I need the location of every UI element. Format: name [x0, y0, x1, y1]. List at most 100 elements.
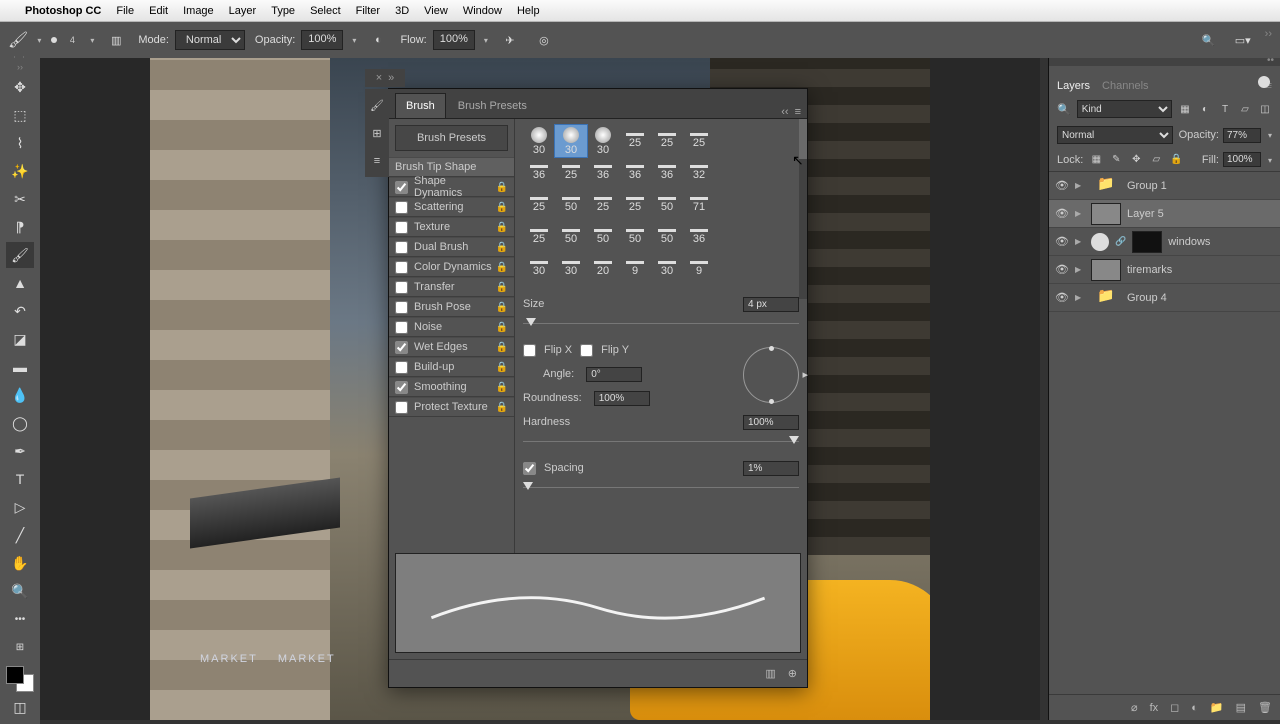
brush-option-checkbox[interactable] [395, 201, 408, 214]
expand-icon[interactable]: ▶ [1075, 237, 1085, 246]
lock-move-icon[interactable]: ✥ [1129, 154, 1143, 165]
line-tool[interactable]: ╱ [6, 522, 34, 548]
adjustment-layer-icon[interactable]: ◐ [1191, 702, 1198, 714]
layer-row[interactable]: 👁▶Layer 5 [1049, 200, 1280, 228]
panel-collapse-icon[interactable]: ‹‹ [781, 106, 788, 118]
lock-icon[interactable]: 🔒 [496, 402, 508, 413]
pressure-opacity-icon[interactable]: ◐ [366, 28, 390, 52]
lock-icon[interactable]: 🔒 [496, 202, 508, 213]
layer-row[interactable]: 👁▶📁Group 4 [1049, 284, 1280, 312]
expand-icon[interactable]: ▶ [1075, 265, 1085, 274]
visibility-icon[interactable]: 👁 [1055, 263, 1069, 276]
tool-preset-picker[interactable] [34, 34, 41, 46]
brush-option-color-dynamics[interactable]: Color Dynamics🔒 [389, 257, 514, 277]
brush-option-wet-edges[interactable]: Wet Edges🔒 [389, 337, 514, 357]
menu-view[interactable]: View [424, 5, 448, 17]
brush-tip[interactable]: 50 [555, 189, 587, 221]
eraser-tool[interactable]: ◪ [6, 326, 34, 352]
brush-tip[interactable]: 32 [683, 157, 715, 189]
brush-tip[interactable]: 50 [587, 221, 619, 253]
brush-option-smoothing[interactable]: Smoothing🔒 [389, 377, 514, 397]
brush-size-picker[interactable] [87, 34, 94, 46]
eyedropper-tool[interactable]: ⁋ [6, 214, 34, 240]
filter-type-icon[interactable]: T [1218, 102, 1232, 116]
blur-tool[interactable]: 💧 [6, 382, 34, 408]
visibility-icon[interactable]: 👁 [1055, 291, 1069, 304]
menu-layer[interactable]: Layer [229, 5, 257, 17]
filter-kind-select[interactable]: Kind [1077, 100, 1172, 118]
brush-preview-dot[interactable] [51, 37, 57, 43]
tab-brush-presets[interactable]: Brush Presets [448, 94, 537, 118]
tab-layers[interactable]: Layers [1057, 80, 1090, 92]
brush-tip[interactable]: 25 [555, 157, 587, 189]
brush-tip[interactable]: 20 [587, 253, 619, 285]
brush-tip[interactable]: 30 [587, 125, 619, 157]
menu-edit[interactable]: Edit [149, 5, 168, 17]
brush-option-build-up[interactable]: Build-up🔒 [389, 357, 514, 377]
hardness-value[interactable]: 100% [743, 415, 799, 430]
brush-tip[interactable]: 50 [651, 221, 683, 253]
opacity-value[interactable]: 100% [301, 30, 343, 50]
lock-icon[interactable]: 🔒 [496, 382, 508, 393]
path-select-tool[interactable]: ▷ [6, 494, 34, 520]
brush-option-checkbox[interactable] [395, 241, 408, 254]
lock-icon[interactable]: 🔒 [496, 222, 508, 233]
tab-channels[interactable]: Channels [1102, 80, 1148, 92]
layer-opacity-value[interactable]: 77% [1223, 128, 1261, 143]
menu-select[interactable]: Select [310, 5, 341, 17]
flow-picker[interactable] [481, 34, 488, 46]
size-slider[interactable] [523, 317, 799, 331]
new-group-icon[interactable]: 📁 [1210, 701, 1224, 714]
layer-row[interactable]: 👁▶📁Group 1 [1049, 172, 1280, 200]
expand-icon[interactable]: ▶ [1075, 293, 1085, 302]
brush-option-checkbox[interactable] [395, 381, 408, 394]
expand-icon[interactable]: ▶ [1075, 181, 1085, 190]
lock-icon[interactable]: 🔒 [496, 322, 508, 333]
spacing-value[interactable]: 1% [743, 461, 799, 476]
visibility-icon[interactable]: 👁 [1055, 179, 1069, 192]
brush-tip[interactable]: 9 [619, 253, 651, 285]
brush-tip[interactable]: 25 [587, 189, 619, 221]
create-brush-icon[interactable]: ⊕ [788, 667, 797, 680]
brush-option-shape-dynamics[interactable]: Shape Dynamics🔒 [389, 177, 514, 197]
brush-tip[interactable]: 25 [651, 125, 683, 157]
crop-tool[interactable]: ✂ [6, 186, 34, 212]
brush-tool[interactable]: 🖌 [6, 242, 34, 268]
brush-tip[interactable]: 25 [683, 125, 715, 157]
workspace-switcher[interactable]: ▭▾ [1231, 28, 1255, 52]
menu-type[interactable]: Type [271, 5, 295, 17]
size-value[interactable]: 4 px [743, 297, 799, 312]
flipx-checkbox[interactable] [523, 344, 536, 357]
quick-mask-toggle[interactable]: ◫ [6, 694, 34, 720]
brush-tip[interactable]: 30 [523, 253, 555, 285]
app-name[interactable]: Photoshop CC [25, 5, 101, 17]
brush-option-checkbox[interactable] [395, 321, 408, 334]
brush-settings-icon[interactable]: ≡ [367, 151, 387, 171]
expand-icon[interactable]: ▶ [1075, 209, 1085, 218]
hand-tool[interactable]: ✋ [6, 550, 34, 576]
spacing-slider[interactable] [523, 481, 799, 495]
marquee-tool[interactable]: ⬚ [6, 102, 34, 128]
edit-toolbar[interactable]: ⊞ [6, 634, 34, 660]
brush-option-transfer[interactable]: Transfer🔒 [389, 277, 514, 297]
brush-tip[interactable]: 30 [555, 125, 587, 157]
lock-icon[interactable]: 🔒 [496, 182, 508, 193]
flow-value[interactable]: 100% [433, 30, 475, 50]
flipy-checkbox[interactable] [580, 344, 593, 357]
brush-option-checkbox[interactable] [395, 281, 408, 294]
fill-value[interactable]: 100% [1223, 152, 1261, 167]
delete-layer-icon[interactable]: 🗑 [1258, 701, 1272, 714]
brush-tip[interactable]: 30 [555, 253, 587, 285]
color-swatches[interactable] [6, 666, 34, 692]
move-tool[interactable]: ✥ [6, 74, 34, 100]
lock-icon[interactable]: 🔒 [496, 282, 508, 293]
brush-tip[interactable]: 36 [523, 157, 555, 189]
brush-tip[interactable]: 36 [651, 157, 683, 189]
brush-tip[interactable]: 50 [651, 189, 683, 221]
panel-menu-icon[interactable]: ≡ [795, 106, 801, 118]
brush-option-checkbox[interactable] [395, 341, 408, 354]
layer-mask-icon[interactable]: ◻ [1170, 701, 1179, 714]
zoom-tool[interactable]: 🔍 [6, 578, 34, 604]
layer-name[interactable]: Group 4 [1127, 292, 1167, 304]
tip-scrollbar[interactable] [799, 119, 807, 299]
